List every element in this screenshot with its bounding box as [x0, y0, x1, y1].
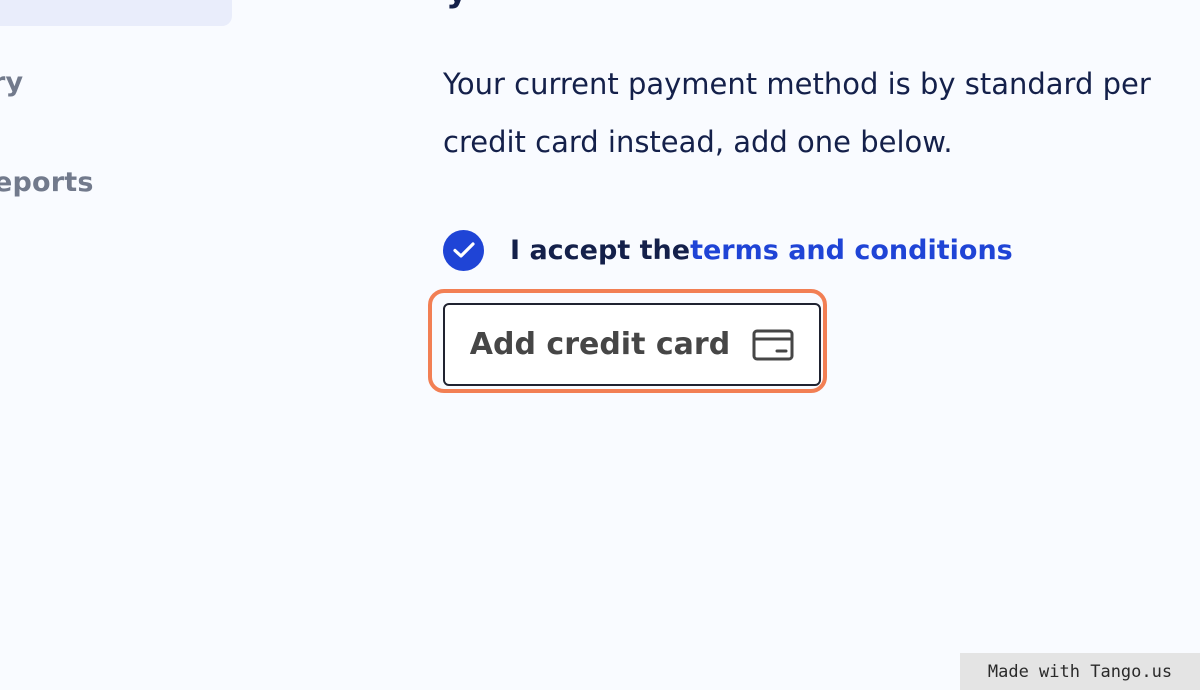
sidebar-item-label: eports — [0, 167, 94, 198]
tango-watermark: Made with Tango.us — [960, 653, 1200, 690]
add-credit-card-label: Add credit card — [469, 327, 731, 362]
payment-text-line: credit card instead, add one below. — [443, 125, 953, 159]
sidebar-active-item[interactable] — [0, 0, 232, 26]
terms-row: I accept the terms and conditions — [443, 229, 1013, 271]
sidebar-item-label: ry — [0, 67, 24, 98]
sidebar-item-reports[interactable]: eports — [0, 167, 94, 198]
section-heading: y — [446, 0, 468, 10]
sidebar-item-history[interactable]: ry — [0, 67, 23, 98]
check-icon — [452, 242, 475, 258]
terms-checkbox[interactable] — [443, 229, 484, 271]
terms-label: I accept the — [510, 234, 691, 266]
terms-link[interactable]: terms and conditions — [690, 235, 1013, 266]
payment-text-line: Your current payment method is by standa… — [443, 67, 1151, 101]
payment-method-description: Your current payment method is by standa… — [443, 55, 1200, 171]
add-credit-card-button[interactable]: Add credit card — [443, 303, 821, 386]
credit-card-icon — [752, 329, 794, 361]
